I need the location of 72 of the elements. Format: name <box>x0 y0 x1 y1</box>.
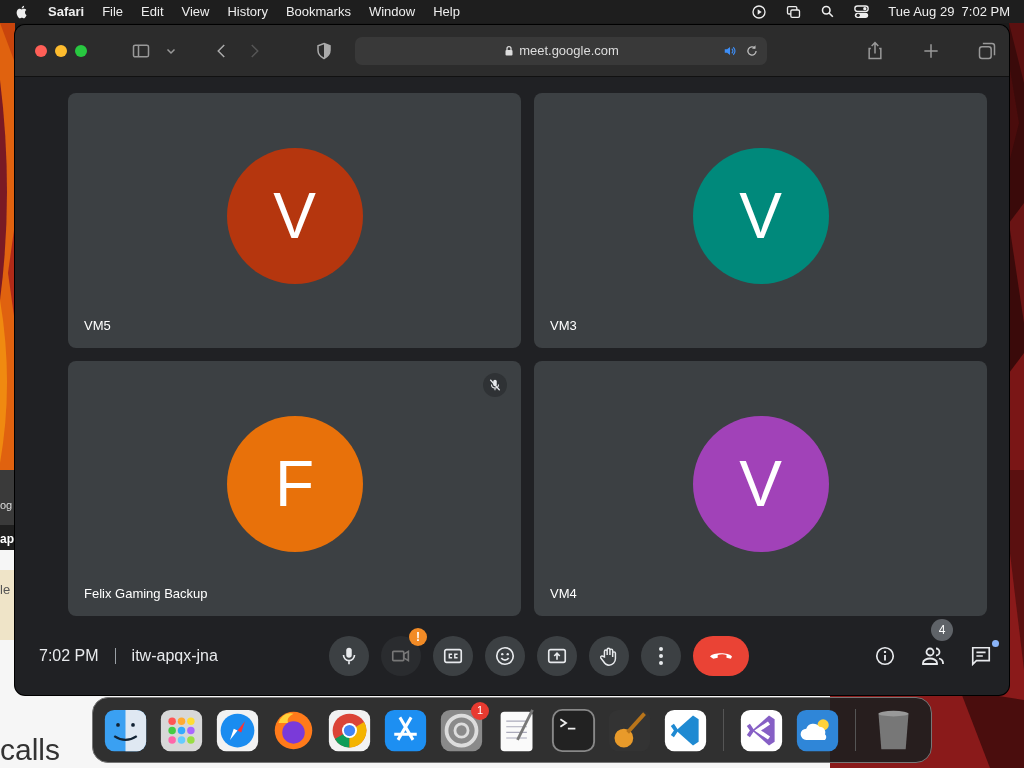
gear-icon <box>439 707 484 753</box>
menu-item[interactable]: Help <box>433 1 460 22</box>
visual-studio-icon <box>739 707 784 753</box>
dock-item[interactable] <box>327 707 372 753</box>
participant-count-badge: 4 <box>931 618 953 641</box>
dock-item[interactable] <box>103 707 148 753</box>
participant-name: VM3 <box>550 316 577 335</box>
chat-icon <box>970 644 992 667</box>
background-text: ap <box>0 531 14 548</box>
close-button[interactable] <box>35 44 47 57</box>
present-button[interactable] <box>537 635 577 676</box>
participant-name: Felix Gaming Backup <box>84 584 208 603</box>
avatar: F <box>226 415 363 552</box>
minimize-button[interactable] <box>55 44 67 57</box>
chrome-icon <box>327 707 372 753</box>
play-icon[interactable] <box>751 3 768 20</box>
terminal-icon <box>551 707 596 753</box>
shield-icon[interactable] <box>315 41 333 60</box>
background-heading: calls <box>0 733 60 766</box>
more-options-button[interactable] <box>641 635 681 676</box>
meeting-code: itw-apqx-jna <box>131 645 218 666</box>
avatar: V <box>692 415 829 552</box>
menu-item[interactable]: Window <box>368 1 416 22</box>
app-store-icon <box>383 707 428 753</box>
captions-button[interactable] <box>433 635 473 676</box>
info-icon <box>874 644 896 667</box>
dock-item[interactable] <box>215 707 260 753</box>
background-text: og <box>0 498 13 513</box>
phone-icon <box>710 652 732 659</box>
tabs-overview-icon[interactable] <box>977 40 997 61</box>
participant-name: VM4 <box>550 584 577 603</box>
camera-button[interactable] <box>381 635 421 676</box>
menu-item[interactable]: Edit <box>141 1 164 22</box>
screen-mirroring-icon[interactable] <box>785 3 803 20</box>
url-text: meet.google.com <box>519 41 619 60</box>
warning-badge: ! <box>409 627 427 646</box>
dock-item[interactable] <box>439 707 484 753</box>
finder-icon <box>103 707 148 753</box>
reactions-button[interactable] <box>485 635 525 676</box>
lock-icon <box>503 44 516 57</box>
more-options-icon <box>659 646 663 665</box>
menu-item[interactable]: History <box>227 1 268 22</box>
app-grid-icon <box>159 707 204 753</box>
zoom-button[interactable] <box>75 44 87 57</box>
search-icon[interactable] <box>820 4 836 19</box>
dock-item[interactable] <box>739 707 784 753</box>
menu-item[interactable]: Bookmarks <box>285 1 351 22</box>
smiley-icon <box>494 644 516 667</box>
address-field[interactable]: meet.google.com <box>355 36 767 65</box>
dock-item[interactable] <box>795 707 840 753</box>
menu-bar-clock[interactable]: Tue Aug 29 7:02 PM <box>888 1 1010 22</box>
dock-item[interactable] <box>663 707 708 753</box>
notification-badge: 1 <box>471 701 489 720</box>
meeting-time: 7:02 PM <box>39 645 99 666</box>
dock-item[interactable] <box>383 707 428 753</box>
control-center-icon[interactable] <box>853 3 871 20</box>
reload-icon[interactable] <box>745 43 759 58</box>
dock-item[interactable] <box>159 707 204 753</box>
compass-icon <box>215 707 260 753</box>
code-editor-icon <box>663 707 708 753</box>
background-text: le <box>0 581 11 599</box>
app-menu[interactable]: Safari <box>48 1 85 22</box>
participant-name: VM5 <box>84 316 111 335</box>
leave-call-button[interactable] <box>693 635 749 676</box>
avatar: V <box>692 147 829 284</box>
avatar: V <box>226 147 363 284</box>
microphone-button[interactable] <box>329 635 369 676</box>
menu-item[interactable]: View <box>181 1 210 22</box>
raise-hand-button[interactable] <box>589 635 629 676</box>
menu-item[interactable]: File <box>102 1 124 22</box>
share-icon[interactable] <box>865 40 885 61</box>
weather-cloud-icon <box>795 707 840 753</box>
